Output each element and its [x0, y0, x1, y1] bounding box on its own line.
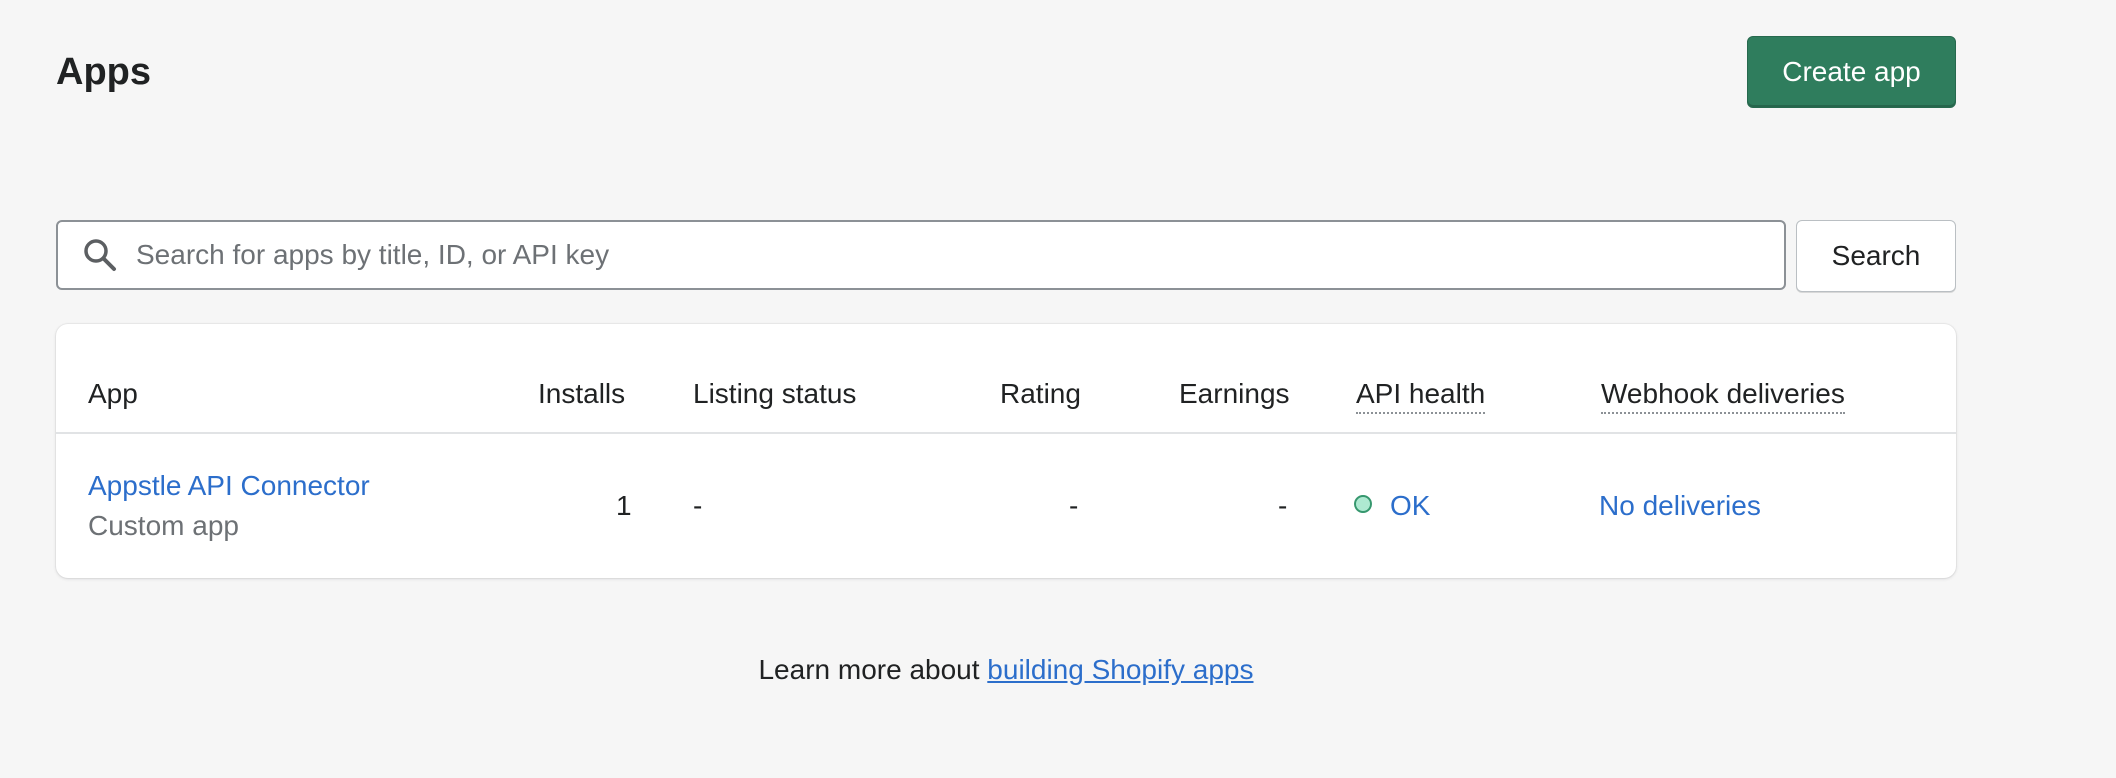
search-input[interactable] [134, 238, 1784, 272]
column-header-earnings: Earnings [1179, 378, 1290, 409]
search-icon [82, 235, 122, 275]
webhook-deliveries-link[interactable]: No deliveries [1599, 490, 1761, 522]
column-header-api-health[interactable]: API health [1356, 378, 1486, 414]
footer-help-text: Learn more about building Shopify apps [0, 652, 2012, 688]
apps-table: App Installs Listing status Rating Earni… [56, 324, 1956, 578]
search-button[interactable]: Search [1796, 220, 1956, 292]
page-title: Apps [56, 51, 151, 93]
listing-status-value: - [693, 490, 703, 521]
table-header-divider [56, 432, 1956, 434]
column-header-app: App [88, 378, 138, 409]
installs-value: 1 [616, 490, 632, 521]
column-header-listing-status: Listing status [693, 378, 857, 409]
rating-value: - [1069, 490, 1079, 521]
footer-prefix: Learn more about [758, 654, 988, 685]
column-header-webhook-deliveries[interactable]: Webhook deliveries [1601, 378, 1845, 414]
earnings-value: - [1278, 490, 1288, 521]
building-apps-link[interactable]: building Shopify apps [987, 654, 1253, 685]
app-type: Custom app [88, 510, 239, 541]
column-header-installs: Installs [538, 378, 626, 409]
search-field[interactable] [56, 220, 1786, 290]
app-name-link[interactable]: Appstle API Connector [88, 470, 370, 502]
status-dot-icon [1354, 495, 1372, 513]
create-app-button[interactable]: Create app [1747, 36, 1956, 108]
api-health-status-link[interactable]: OK [1390, 490, 1430, 522]
column-header-rating: Rating [1000, 378, 1081, 409]
